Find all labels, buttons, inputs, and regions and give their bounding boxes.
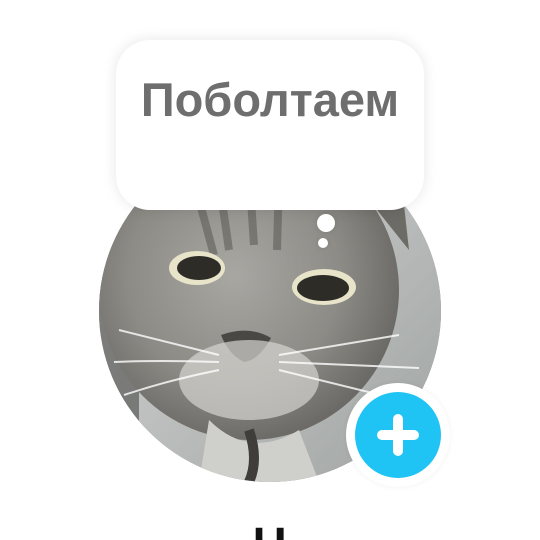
- speech-bubble-tail-dot: [318, 238, 328, 248]
- profile-name: Ч: [0, 522, 540, 540]
- plus-icon: [377, 414, 419, 456]
- add-story-button[interactable]: [346, 383, 450, 487]
- profile-screen: Поболтаем Ч: [0, 0, 540, 540]
- speech-bubble-tail: [317, 214, 335, 232]
- add-button-circle: [355, 392, 441, 478]
- speech-bubble-text: Поболтаем: [140, 73, 400, 126]
